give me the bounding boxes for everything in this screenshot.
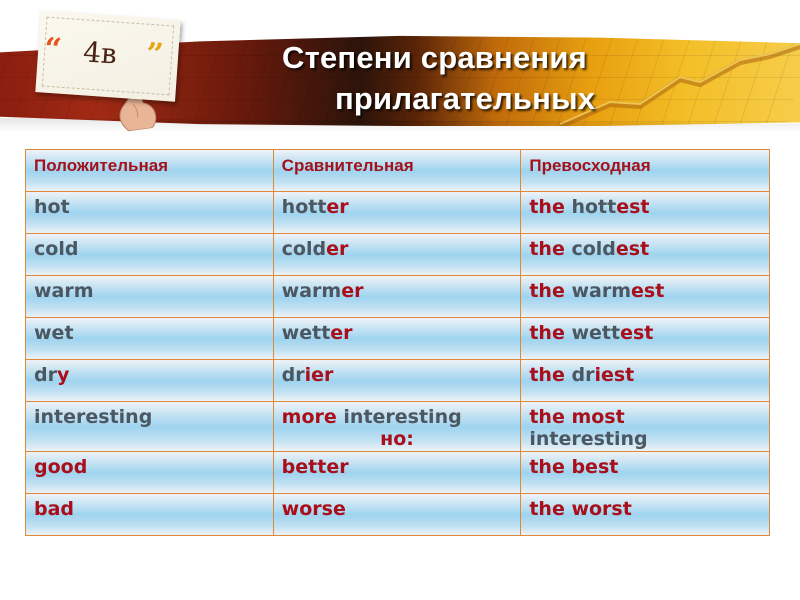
cell-superlative: the hottest	[520, 191, 770, 234]
cell-comparative: hotter	[272, 191, 522, 234]
highlighted-text: the worst	[529, 498, 632, 520]
header-superlative: Превосходная	[520, 149, 770, 192]
word-text: interesting	[529, 428, 648, 450]
cell-comparative: better	[272, 451, 522, 494]
cell-superlative: the wettest	[520, 317, 770, 360]
header-comparative: Сравнительная	[272, 149, 522, 192]
highlighted-text: the	[529, 238, 572, 260]
word-text: hott	[571, 196, 617, 218]
word-text: cold	[34, 238, 79, 260]
cell-superlative: the worst	[520, 493, 770, 536]
quote-open-icon: “	[43, 31, 63, 68]
cell-comparative: worse	[272, 493, 522, 536]
lesson-card: “ 4в ”	[35, 10, 181, 102]
highlighted-text: better	[281, 456, 349, 478]
cell-comparative: wetter	[272, 317, 522, 360]
highlighted-text: the	[529, 280, 572, 302]
cell-comparative: drier	[272, 359, 522, 402]
highlighted-text: the	[529, 196, 572, 218]
highlighted-text: er	[326, 238, 349, 260]
word-text: hott	[281, 196, 327, 218]
header-positive: Положительная	[25, 149, 274, 192]
table-row: dry drier the driest	[25, 359, 770, 402]
highlighted-text: the	[529, 364, 572, 386]
highlighted-text: er	[341, 280, 364, 302]
highlighted-text: bad	[34, 498, 75, 520]
word-text: warm	[34, 280, 94, 302]
highlighted-text: er	[330, 322, 353, 344]
table-row: good better the best	[25, 451, 770, 494]
highlighted-text: more	[281, 406, 344, 428]
word-text: wett	[571, 322, 621, 344]
highlighted-text: worse	[281, 498, 346, 520]
table-row: interesting more interesting но: the most in…	[25, 401, 770, 452]
table-row: wet wetter the wettest	[25, 317, 770, 360]
slide-title-line-1: Степени сравнения	[282, 40, 587, 75]
cell-comparative: warmer	[272, 275, 522, 318]
cell-positive: bad	[25, 493, 274, 536]
cell-superlative: the best	[520, 451, 770, 494]
table-row: hot hotter the hottest	[25, 191, 770, 234]
highlighted-text: good	[34, 456, 88, 478]
card-label: 4в	[82, 35, 118, 71]
word-text: hot	[34, 196, 70, 218]
highlighted-text: the best	[529, 456, 619, 478]
cell-superlative: the coldest	[520, 233, 770, 276]
highlighted-text: ier	[304, 364, 334, 386]
cell-positive: hot	[25, 191, 274, 234]
cell-positive: interesting	[25, 401, 274, 452]
cell-superlative: the driest	[520, 359, 770, 402]
cell-comparative: more interesting но:	[272, 401, 522, 452]
highlighted-text: y	[56, 364, 70, 386]
word-text: dr	[34, 364, 57, 386]
highlighted-text: the	[529, 322, 572, 344]
word-text: cold	[571, 238, 616, 260]
word-text: interesting	[343, 406, 462, 428]
cell-comparative: colder	[272, 233, 522, 276]
word-text: cold	[281, 238, 327, 260]
highlighted-text: er	[326, 196, 349, 218]
table-row: bad worse the worst	[25, 493, 770, 536]
adjective-degrees-table: Положительная Сравнительная Превосходная…	[25, 149, 770, 536]
cell-superlative: the most interesting	[520, 401, 770, 452]
table-row: warm warmer the warmest	[25, 275, 770, 318]
table-row: cold colder the coldest	[25, 233, 770, 276]
cell-positive: dry	[25, 359, 274, 402]
highlighted-text: est	[616, 196, 650, 218]
word-text: dr	[571, 364, 595, 386]
highlighted-text: the most	[529, 406, 625, 428]
word-text: interesting	[34, 406, 153, 428]
quote-close-icon: ”	[145, 36, 165, 73]
word-text: dr	[281, 364, 305, 386]
highlighted-text: est	[631, 280, 665, 302]
word-text: warm	[571, 280, 632, 302]
cell-superlative: the warmest	[520, 275, 770, 318]
highlighted-text: est	[620, 322, 654, 344]
word-text: wett	[281, 322, 331, 344]
highlighted-text: iest	[594, 364, 635, 386]
cell-positive: warm	[25, 275, 274, 318]
exception-note: но:	[380, 428, 414, 450]
cell-positive: good	[25, 451, 274, 494]
table-body: Положительная Сравнительная Превосходная…	[25, 149, 770, 536]
cell-positive: cold	[25, 233, 274, 276]
word-text: warm	[281, 280, 342, 302]
cell-positive: wet	[25, 317, 274, 360]
word-text: wet	[34, 322, 74, 344]
table-header-row: Положительная Сравнительная Превосходная	[25, 149, 770, 192]
slide-title-line-2: прилагательных	[335, 81, 596, 116]
highlighted-text: est	[615, 238, 650, 260]
